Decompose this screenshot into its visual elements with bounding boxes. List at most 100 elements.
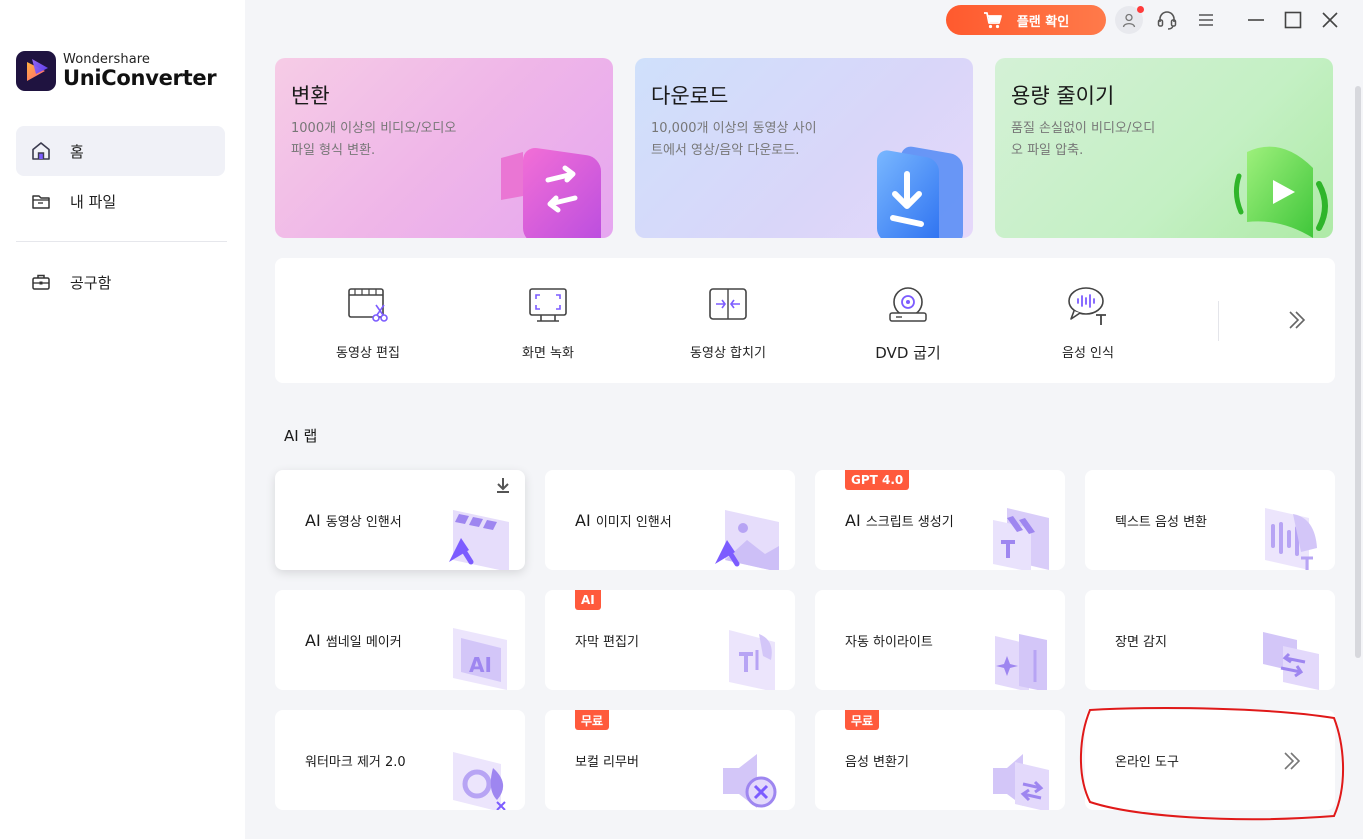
sidebar-item-label: 홈 xyxy=(70,142,84,161)
compress-card[interactable]: 용량 줄이기 품질 손실없이 비디오/오디오 파일 압축. xyxy=(995,58,1333,238)
tool-dvd-burn[interactable]: DVD 굽기 xyxy=(818,258,998,383)
minimize-button[interactable] xyxy=(1242,6,1270,34)
ai-card-text: 장면 감지 xyxy=(1115,634,1167,650)
toolbox-icon xyxy=(32,274,50,290)
ai-card-label: AI 스크립트 생성기 xyxy=(845,470,954,570)
ai-card-text: 이미지 인핸서 xyxy=(595,514,672,530)
ai-card-text: 썸네일 메이커 xyxy=(325,634,402,650)
sidebar: Wondershare UniConverter 홈 내 파일 공구함 xyxy=(0,0,245,839)
merge-icon xyxy=(709,288,747,320)
ai-card-label: 자동 하이라이트 xyxy=(845,590,933,690)
more-tools-chevron-icon[interactable] xyxy=(1285,308,1309,332)
download-card[interactable]: 다운로드 10,000개 이상의 동영상 사이트에서 영상/음악 다운로드. xyxy=(635,58,973,238)
sidebar-item-label: 공구함 xyxy=(70,273,112,292)
tools-separator xyxy=(1218,301,1219,341)
download-card-desc: 10,000개 이상의 동영상 사이트에서 영상/음악 다운로드. xyxy=(651,121,817,158)
ai-card-script-generator[interactable]: GPT 4.0 AI 스크립트 생성기 xyxy=(815,470,1065,570)
hamburger-menu-icon xyxy=(1199,14,1213,26)
brand-name: UniConverter xyxy=(63,66,217,90)
compress-icon xyxy=(1233,146,1328,238)
ai-card-label: AI 썸네일 메이커 xyxy=(305,590,402,690)
ai-card-voice-changer[interactable]: 무료 음성 변환기 xyxy=(815,710,1065,810)
ai-card-label: 온라인 도구 xyxy=(1115,710,1179,810)
tool-screen-record[interactable]: 화면 녹화 xyxy=(458,258,638,383)
tts-icon xyxy=(1265,508,1317,570)
convert-card[interactable]: 변환 1000개 이상의 비디오/오디오 파일 형식 변환. xyxy=(275,58,613,238)
scene-detect-icon xyxy=(1263,632,1319,690)
tool-merge[interactable]: 동영상 합치기 xyxy=(638,258,818,383)
watermark-icon xyxy=(453,752,506,810)
ai-card-text: 동영상 인핸서 xyxy=(325,514,402,530)
ai-card-subtitle-editor[interactable]: AI 자막 편집기 xyxy=(545,590,795,690)
ai-card-video-enhancer[interactable]: AI 동영상 인핸서 xyxy=(275,470,525,570)
ai-card-text: 자막 편집기 xyxy=(575,634,639,650)
chevron-double-right-icon xyxy=(1284,752,1301,770)
ai-prefix: AI xyxy=(575,510,591,530)
sidebar-item-my-files[interactable]: 내 파일 xyxy=(16,176,225,226)
check-plan-label: 플랜 확인 xyxy=(1016,14,1070,30)
ai-card-thumbnail-maker[interactable]: AI 썸네일 메이커 AI xyxy=(275,590,525,690)
sidebar-item-label: 내 파일 xyxy=(70,192,117,211)
quick-tools-bar: 동영상 편집 화면 녹화 동영상 합치기 DVD 굽기 음성 인식 xyxy=(275,258,1335,383)
ai-card-auto-highlight[interactable]: 자동 하이라이트 xyxy=(815,590,1065,690)
ai-lab-title: AI 랩 xyxy=(284,427,318,445)
ai-card-label: AI 동영상 인핸서 xyxy=(305,470,402,570)
script-icon xyxy=(993,508,1049,570)
maximize-icon xyxy=(1284,11,1302,29)
check-plan-button[interactable]: 플랜 확인 xyxy=(946,5,1106,35)
ai-card-label: 자막 편집기 xyxy=(575,590,639,690)
svg-text:AI: AI xyxy=(469,653,492,677)
tool-label: 화면 녹화 xyxy=(522,346,574,361)
ai-prefix: AI xyxy=(305,510,321,530)
sidebar-item-toolbox[interactable]: 공구함 xyxy=(16,257,225,307)
headset-icon xyxy=(1157,11,1177,30)
voice-changer-icon xyxy=(993,754,1049,810)
ai-card-label: 보컬 리무버 xyxy=(575,710,639,810)
ai-card-label: 음성 변환기 xyxy=(845,710,909,810)
tool-label: 동영상 편집 xyxy=(336,346,400,361)
close-icon xyxy=(1322,12,1338,28)
convert-card-title: 변환 xyxy=(291,84,330,108)
maximize-button[interactable] xyxy=(1279,6,1307,34)
convert-icon xyxy=(501,148,601,238)
vocal-remover-icon xyxy=(723,754,777,808)
ai-card-watermark-remover[interactable]: 워터마크 제거 2.0 xyxy=(275,710,525,810)
uniconverter-logo-icon xyxy=(16,51,56,91)
highlight-icon xyxy=(995,634,1047,690)
ai-card-text: 워터마크 제거 2.0 xyxy=(305,754,406,770)
ai-card-online-tools[interactable]: 온라인 도구 xyxy=(1085,710,1335,810)
speech-recognition-icon xyxy=(1068,287,1106,325)
compress-card-title: 용량 줄이기 xyxy=(1011,84,1115,108)
ai-prefix: AI xyxy=(845,510,861,530)
account-button[interactable] xyxy=(1115,6,1144,34)
image-enhancer-icon xyxy=(715,510,779,570)
close-button[interactable] xyxy=(1316,6,1344,34)
folder-icon xyxy=(32,195,50,209)
ai-card-label: 텍스트 음성 변환 xyxy=(1115,470,1207,570)
tool-video-edit[interactable]: 동영상 편집 xyxy=(278,258,458,383)
ai-card-text: 온라인 도구 xyxy=(1115,754,1179,770)
convert-card-desc: 1000개 이상의 비디오/오디오 파일 형식 변환. xyxy=(291,121,457,158)
tool-label: DVD 굽기 xyxy=(875,344,941,362)
ai-card-image-enhancer[interactable]: AI 이미지 인핸서 xyxy=(545,470,795,570)
tool-speech-recognition[interactable]: 음성 인식 xyxy=(998,258,1178,383)
sidebar-item-home[interactable]: 홈 xyxy=(16,126,225,176)
brand-sub: Wondershare xyxy=(63,52,151,67)
video-edit-icon xyxy=(348,288,388,322)
ai-card-text: 텍스트 음성 변환 xyxy=(1115,514,1207,530)
subtitle-icon xyxy=(729,630,775,690)
ai-card-label: 장면 감지 xyxy=(1115,590,1167,690)
download-card-title: 다운로드 xyxy=(651,84,729,108)
ai-card-label: AI 이미지 인핸서 xyxy=(575,470,672,570)
download-arrow-icon[interactable] xyxy=(495,476,511,494)
main-scrollbar[interactable] xyxy=(1355,86,1361,658)
ai-card-text-to-speech[interactable]: 텍스트 음성 변환 xyxy=(1085,470,1335,570)
ai-card-text: 자동 하이라이트 xyxy=(845,634,933,650)
ai-card-scene-detection[interactable]: 장면 감지 xyxy=(1085,590,1335,690)
ai-card-text: 스크립트 생성기 xyxy=(865,514,954,530)
menu-button[interactable] xyxy=(1192,6,1220,34)
support-button[interactable] xyxy=(1153,6,1181,34)
ai-card-vocal-remover[interactable]: 무료 보컬 리무버 xyxy=(545,710,795,810)
dvd-burn-icon xyxy=(889,287,927,322)
ai-card-text: 보컬 리무버 xyxy=(575,754,639,770)
